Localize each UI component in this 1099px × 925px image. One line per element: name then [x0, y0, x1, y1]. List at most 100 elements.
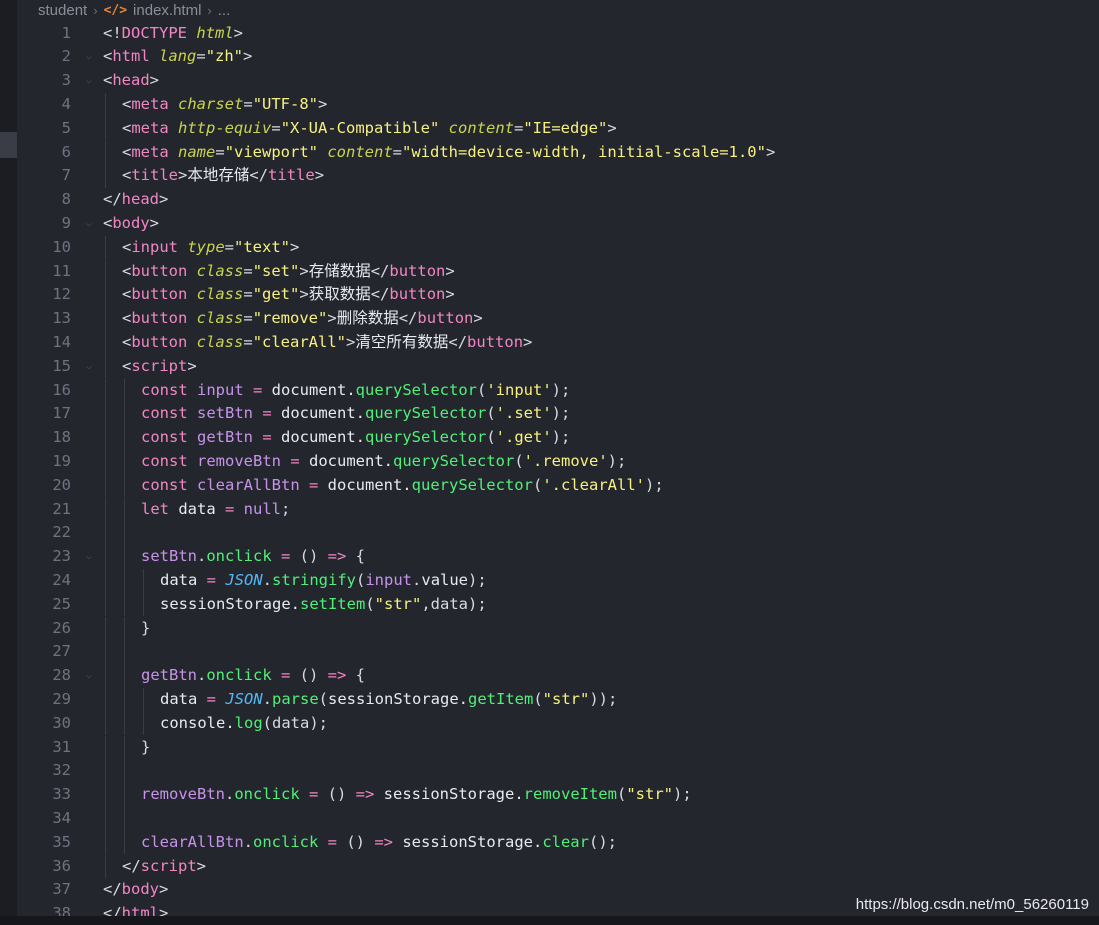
token-punc: (: [486, 428, 496, 447]
code-text: <title>本地存储</title>: [122, 164, 324, 188]
token-op: =: [215, 499, 244, 518]
code-line[interactable]: 31}: [17, 735, 1099, 760]
indent-guide: [124, 449, 125, 474]
token-str: 'input': [486, 380, 552, 399]
token-fn: log: [234, 713, 263, 732]
token-op: =: [271, 666, 300, 685]
token-attr: content: [448, 118, 514, 137]
code-text: const input = document.querySelector('in…: [141, 379, 570, 403]
code-line[interactable]: 2 ⌵ <html lang="zh">: [17, 45, 1099, 69]
token-str: '.remove': [523, 451, 608, 470]
fold-chevron-icon[interactable]: ⌵: [83, 545, 95, 569]
code-line[interactable]: 17 const setBtn = document.querySelector(…: [17, 402, 1099, 427]
horizontal-scrollbar[interactable]: [0, 916, 1099, 925]
code-line[interactable]: 30 console.log(data);: [17, 711, 1099, 736]
code-line[interactable]: 14 <button class="clearAll">清空所有数据</butto…: [17, 330, 1099, 355]
token-punc: ));: [589, 689, 618, 708]
token-punc: >: [445, 285, 455, 304]
code-line[interactable]: 13 <button class="remove">删除数据</button>: [17, 307, 1099, 331]
line-number: 6: [61, 142, 71, 161]
code-line[interactable]: 24 data = JSON.stringify(input.value);: [17, 568, 1099, 593]
fold-chevron-icon[interactable]: ⌵: [83, 212, 95, 236]
code-line[interactable]: 35 clearAllBtn.onclick = () => sessionSto…: [17, 830, 1099, 855]
indent-guide: [124, 687, 125, 712]
code-line[interactable]: 34: [17, 806, 1099, 831]
code-line[interactable]: 25 sessionStorage.setItem("str",data);: [17, 592, 1099, 617]
token-fn: querySelector: [393, 451, 515, 470]
line-number: 12: [52, 285, 71, 304]
fold-chevron-icon[interactable]: ⌵: [83, 355, 95, 379]
fold-chevron-icon[interactable]: ⌵: [83, 664, 95, 688]
line-number: 19: [52, 451, 71, 470]
token-tag: html: [112, 47, 160, 66]
token-punc: .: [412, 570, 422, 589]
code-text: }: [141, 736, 150, 760]
token-punc: </: [122, 856, 141, 875]
token-punc: =: [243, 94, 253, 113]
code-line[interactable]: 26}: [17, 616, 1099, 641]
line-number: 20: [52, 475, 71, 494]
token-fn: clear: [542, 832, 589, 851]
code-line[interactable]: 6 <meta name="viewport" content="width=de…: [17, 140, 1099, 165]
code-text: data = JSON.stringify(input.value);: [160, 569, 487, 593]
code-line[interactable]: 5 <meta http-equiv="X-UA-Compatible" cont…: [17, 116, 1099, 141]
code-text: <button class="clearAll">清空所有数据</button>: [122, 331, 532, 355]
token-punc: <: [122, 309, 132, 328]
code-line[interactable]: 7 <title>本地存储</title>: [17, 164, 1099, 189]
line-number: 37: [52, 880, 71, 899]
code-line[interactable]: 15 ⌵ <script>: [17, 354, 1099, 379]
line-number: 21: [52, 499, 71, 518]
code-line[interactable]: 33 removeBtn.onclick = () => sessionStora…: [17, 783, 1099, 807]
indent-guide: [124, 402, 125, 427]
fold-chevron-icon[interactable]: ⌵: [83, 45, 95, 69]
code-line[interactable]: 29 data = JSON.parse(sessionStorage.getIt…: [17, 687, 1099, 712]
breadcrumb-more[interactable]: ...: [218, 2, 231, 19]
token-txt: document.: [327, 475, 412, 494]
line-number: 29: [52, 689, 71, 708]
breadcrumb-folder[interactable]: student: [38, 2, 87, 19]
code-line[interactable]: 36 </script>: [17, 854, 1099, 879]
token-punc: <!: [103, 23, 122, 42]
code-line[interactable]: 11 <button class="set">存储数据</button>: [17, 259, 1099, 284]
code-line[interactable]: 12 <button class="get">获取数据</button>: [17, 283, 1099, 308]
token-punc: <: [103, 213, 113, 232]
token-op: =: [253, 428, 281, 447]
token-fn: onclick: [206, 547, 272, 566]
code-line[interactable]: 18 const getBtn = document.querySelector(…: [17, 426, 1099, 450]
token-punc: <: [122, 332, 132, 351]
code-line[interactable]: 8 </head>: [17, 188, 1099, 212]
code-line[interactable]: 16 const input = document.querySelector('…: [17, 378, 1099, 403]
indent-guide: [143, 711, 144, 736]
indent-guide: [124, 616, 125, 641]
token-punc: (): [299, 547, 328, 566]
token-txt: sessionStorage.: [374, 785, 524, 804]
breadcrumb-file[interactable]: index.html: [133, 2, 201, 19]
indent-guide: [105, 783, 106, 807]
code-line[interactable]: 10 <input type="text">: [17, 235, 1099, 260]
fold-chevron-icon[interactable]: ⌵: [83, 69, 95, 93]
token-attr: class: [196, 261, 244, 280]
code-line[interactable]: 1 <!DOCTYPE html>: [17, 22, 1099, 46]
code-line[interactable]: 27: [17, 640, 1099, 665]
token-var: getBtn: [197, 428, 253, 447]
line-number: 30: [52, 713, 71, 732]
line-number: 28: [52, 666, 71, 685]
code-line[interactable]: 22: [17, 521, 1099, 546]
code-line[interactable]: 32: [17, 759, 1099, 784]
code-line[interactable]: 9 ⌵ <body>: [17, 212, 1099, 236]
token-tag: button: [467, 332, 524, 351]
code-line[interactable]: 19 const removeBtn = document.querySelect…: [17, 449, 1099, 474]
code-line[interactable]: 4 <meta charset="UTF-8">: [17, 92, 1099, 117]
code-line[interactable]: 21 let data = null;: [17, 497, 1099, 522]
token-attr: class: [196, 332, 244, 351]
indent-guide: [124, 759, 125, 784]
code-line[interactable]: 23 ⌵ setBtn.onclick = () => {: [17, 545, 1099, 569]
code-editor[interactable]: 1 <!DOCTYPE html> 2 ⌵ <html lang="zh"> 3 ⌵ <hea…: [17, 21, 1099, 917]
indent-guide: [105, 830, 106, 855]
token-str: "str": [626, 785, 673, 804]
code-line[interactable]: 3 ⌵ <head>: [17, 69, 1099, 93]
token-fn: querySelector: [355, 380, 477, 399]
code-line[interactable]: 20 const clearAllBtn = document.querySele…: [17, 473, 1099, 498]
code-line[interactable]: 28 ⌵ getBtn.onclick = () => {: [17, 664, 1099, 688]
token-str: "clearAll": [252, 332, 347, 351]
